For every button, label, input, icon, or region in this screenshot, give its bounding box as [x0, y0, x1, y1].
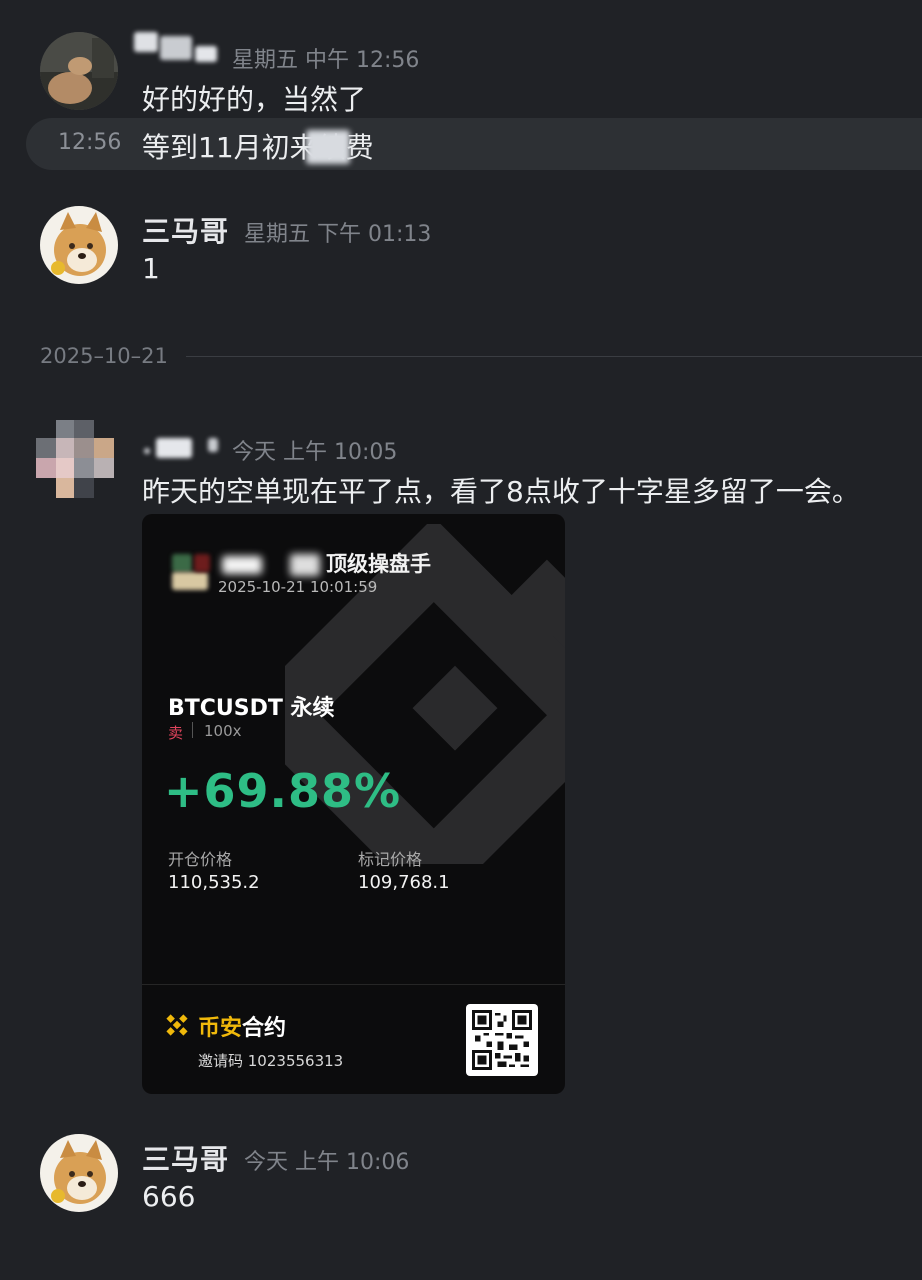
- sender-name[interactable]: 三马哥: [142, 210, 229, 250]
- card-avatar: [172, 554, 192, 572]
- blurred-name: [144, 448, 150, 454]
- blurred-username: [222, 556, 262, 574]
- leverage: 100x: [204, 722, 242, 740]
- invite-code: 邀请码 1023556313: [198, 1052, 344, 1070]
- message-text: 1: [142, 252, 160, 285]
- blurred-name: [160, 36, 192, 60]
- blurred-username: [290, 554, 320, 576]
- card-title: 顶级操盘手: [326, 552, 431, 576]
- message-text: 666: [142, 1180, 196, 1213]
- avatar[interactable]: [36, 420, 114, 498]
- date-divider: 2025–10–21: [40, 344, 168, 368]
- blurred-name: [195, 46, 217, 62]
- message-time: 今天 上午 10:06: [244, 1150, 410, 1175]
- mark-price-label: 标记价格: [358, 850, 423, 869]
- pnl-percent: +69.88%: [164, 764, 402, 818]
- binance-logo-icon: [166, 1014, 188, 1036]
- blurred-name: [208, 438, 218, 452]
- entry-price-value: 110,535.2: [168, 872, 260, 893]
- qr-code[interactable]: [466, 1004, 538, 1076]
- brand-rest: 合约: [242, 1016, 287, 1041]
- brand-accent: 币安: [198, 1016, 243, 1041]
- avatar[interactable]: [40, 32, 118, 110]
- message-time: 今天 上午 10:05: [232, 440, 398, 465]
- sender-name[interactable]: 三马哥: [142, 1138, 229, 1178]
- mark-price-value: 109,768.1: [358, 872, 450, 893]
- trading-pair: BTCUSDT 永续: [168, 696, 335, 721]
- brand-name: 币安合约: [198, 1010, 286, 1042]
- message-time: 星期五 下午 01:13: [244, 222, 432, 247]
- blurred-name: [134, 32, 158, 52]
- card-timestamp: 2025-10-21 10:01:59: [218, 578, 378, 596]
- blurred-name: [156, 438, 192, 458]
- message-side-time: 12:56: [58, 130, 122, 155]
- avatar[interactable]: [40, 206, 118, 284]
- message-text: 好的好的，当然了: [142, 83, 367, 116]
- divider-line: [186, 356, 922, 357]
- message-text: 昨天的空单现在平了点，看了8点收了十字星多留了一会。: [142, 475, 860, 508]
- avatar[interactable]: [40, 1134, 118, 1212]
- pnl-share-card[interactable]: 顶级操盘手 2025-10-21 10:01:59 BTCUSDT 永续 卖 1…: [142, 514, 565, 1094]
- message-time: 星期五 中午 12:56: [232, 48, 420, 73]
- card-divider: [142, 984, 565, 985]
- entry-price-label: 开仓价格: [168, 850, 233, 869]
- card-avatar: [172, 572, 208, 590]
- card-avatar: [194, 554, 210, 572]
- position-side: 卖: [168, 724, 184, 742]
- blurred-text: [306, 130, 350, 164]
- separator: [192, 722, 193, 738]
